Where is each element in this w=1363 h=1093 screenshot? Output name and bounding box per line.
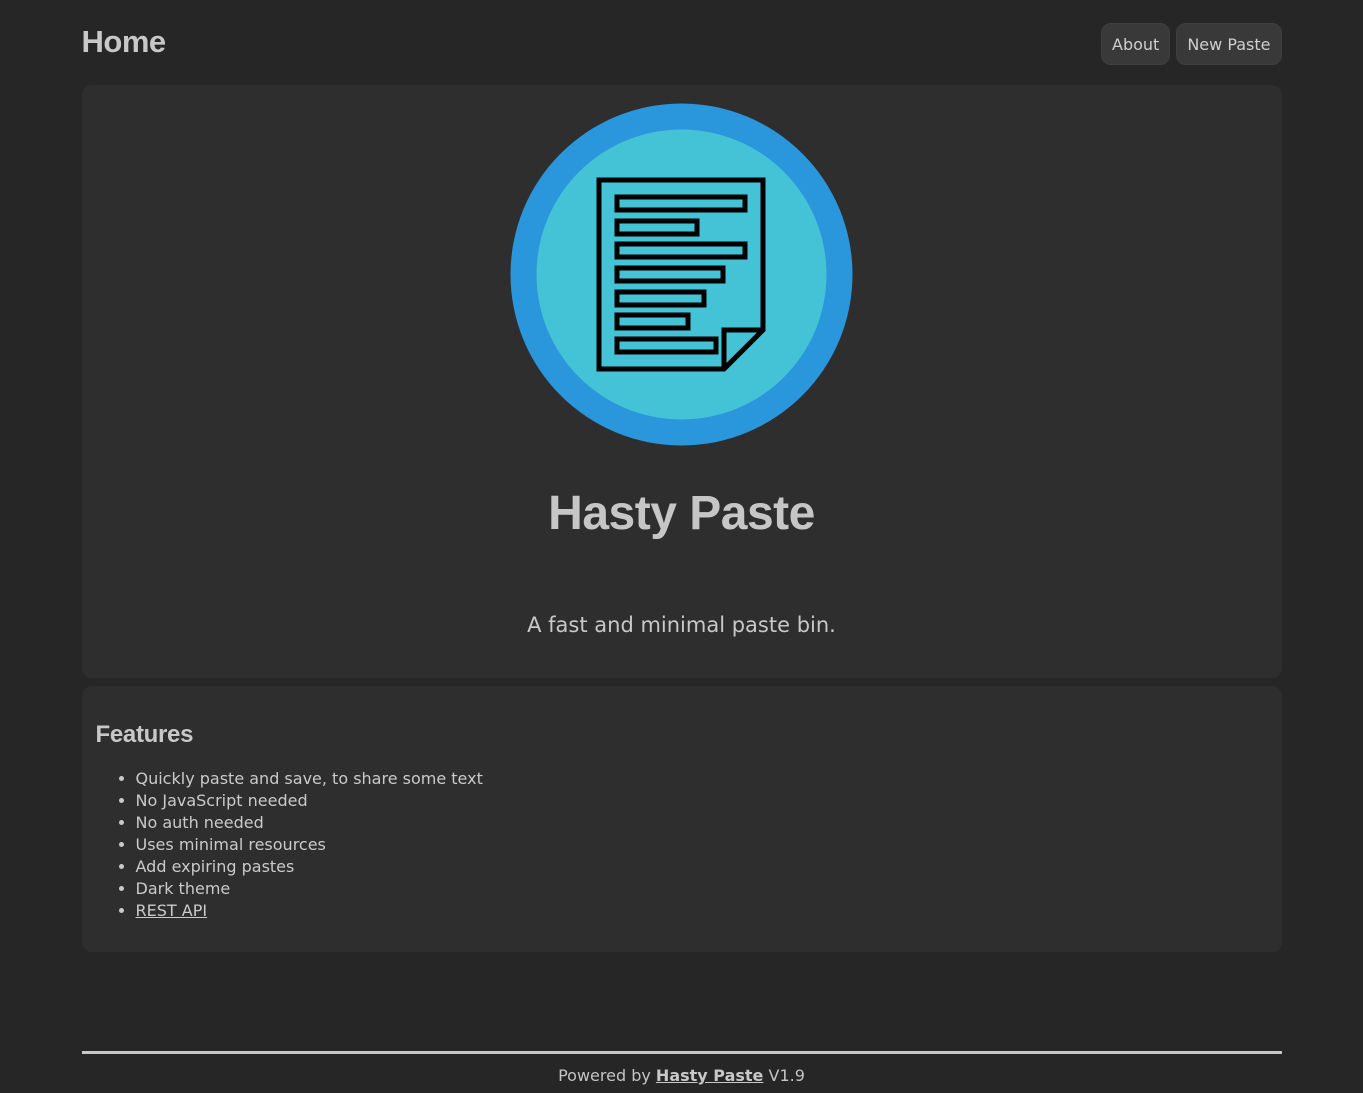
about-button[interactable]: About [1101, 23, 1171, 65]
footer: Powered by Hasty Paste V1.9 [81, 1051, 1282, 1085]
hero-card: Hasty Paste A fast and minimal paste bin… [81, 85, 1282, 678]
features-card: Features Quickly paste and save, to shar… [81, 686, 1282, 952]
top-bar: Home About New Paste [82, 0, 1282, 85]
list-item: Add expiring pastes [136, 856, 483, 878]
footer-prefix: Powered by [558, 1066, 651, 1085]
home-link[interactable]: Home [82, 24, 167, 60]
footer-hasty-paste-link[interactable]: Hasty Paste [656, 1066, 763, 1085]
list-item: Dark theme [136, 878, 483, 900]
rest-api-link[interactable]: REST API [136, 901, 208, 920]
footer-version: V1.9 [768, 1066, 805, 1085]
document-icon [510, 103, 852, 446]
page: Home About New Paste Hasty Paste A fast … [81, 0, 1282, 1093]
list-item: Quickly paste and save, to share some te… [136, 768, 483, 790]
list-item: Uses minimal resources [136, 834, 483, 856]
features-list: Quickly paste and save, to share some te… [96, 768, 483, 922]
features-heading: Features [95, 721, 194, 748]
list-item: No JavaScript needed [136, 790, 483, 812]
list-item: No auth needed [136, 812, 483, 834]
nav-bar: About New Paste [1101, 23, 1282, 65]
app-title: Hasty Paste [548, 487, 815, 540]
new-paste-button[interactable]: New Paste [1176, 23, 1282, 65]
list-item: REST API [136, 900, 483, 922]
tagline: A fast and minimal paste bin. [527, 613, 836, 637]
